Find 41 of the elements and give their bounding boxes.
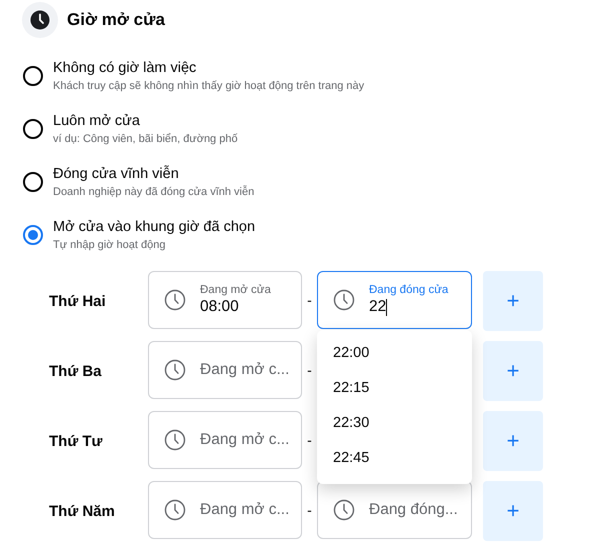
option-description: Khách truy cập sẽ không nhìn thấy giờ hoạt động trên trang này [53,79,364,94]
option-title: Đóng cửa vĩnh viễn [53,164,180,184]
time-field[interactable]: Đang đóng cửa 22 [317,271,472,329]
add-button[interactable]: + [483,271,543,331]
dash-separator: - [307,502,312,518]
day-label: Thứ Hai [49,293,106,310]
clock-icon [164,499,186,521]
clock-icon [333,289,355,311]
time-option[interactable]: 22:30 [317,406,472,441]
section-title: Giờ mở cửa [67,10,165,30]
day-label: Thứ Tư [49,433,102,450]
clock-icon [164,429,186,451]
day-label: Thứ Năm [49,503,115,520]
add-button[interactable]: + [483,481,543,541]
day-label: Thứ Ba [49,363,102,380]
clock-icon [164,289,186,311]
option-description: Doanh nghiệp này đã đóng cửa vĩnh viễn [53,184,254,200]
time-field[interactable]: Đang mở c... [148,481,302,539]
time-field[interactable]: Đang mở c... [148,341,302,399]
radio-button[interactable] [23,225,43,245]
dash-separator: - [307,432,312,448]
radio-button[interactable] [23,66,43,86]
time-field[interactable]: Đang mở c... [148,411,302,469]
time-field[interactable]: Đang mở cửa 08:00 [148,271,302,329]
radio-button[interactable] [23,119,43,139]
clock-icon [164,359,186,381]
clock-icon [22,2,58,38]
dash-separator: - [307,292,312,308]
dash-separator: - [307,362,312,378]
option-description: ví dụ: Công viên, bãi biển, đường phố [53,132,238,147]
time-option[interactable]: 22:15 [317,371,472,406]
option-title: Luôn mở cửa [53,112,141,131]
add-button[interactable]: + [483,341,543,401]
option-title: Mở cửa vào khung giờ đã chọn [53,218,256,237]
clock-icon [333,499,355,521]
time-option[interactable]: 22:00 [317,336,472,371]
radio-button[interactable] [23,172,43,192]
add-button[interactable]: + [483,411,543,471]
option-description: Tự nhập giờ hoạt động [53,238,166,253]
option-title: Không có giờ làm việc [53,59,198,78]
time-option[interactable]: 22:45 [317,441,472,476]
